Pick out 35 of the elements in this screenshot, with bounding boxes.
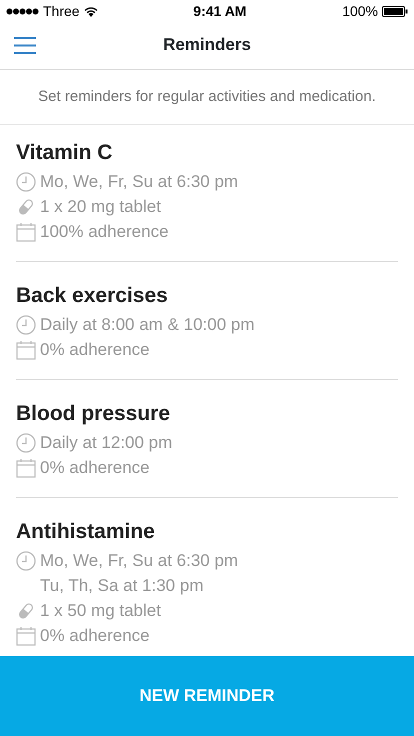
intro-text: Set reminders for regular activities and medication. — [0, 70, 414, 124]
wifi-icon — [84, 6, 98, 16]
reminder-detail: Tu, Th, Sa at 1:30 pm — [40, 574, 204, 596]
reminder-detail: 1 x 20 mg tablet — [40, 196, 161, 218]
clock-icon — [16, 314, 36, 334]
reminder-detail: 0% adherence — [40, 624, 150, 646]
calendar-icon — [16, 340, 36, 360]
battery-percent: 100% — [342, 2, 378, 20]
clock-icon — [16, 432, 36, 452]
reminder-detail: 0% adherence — [40, 338, 150, 360]
reminder-detail: Mo, We, Fr, Su at 6:30 pm — [40, 550, 238, 572]
reminder-detail: Mo, We, Fr, Su at 6:30 pm — [40, 170, 238, 192]
battery-icon — [382, 6, 408, 16]
calendar-icon — [16, 458, 36, 478]
calendar-icon — [16, 222, 36, 242]
menu-button[interactable] — [14, 37, 36, 54]
reminder-detail: Daily at 8:00 am & 10:00 pm — [40, 314, 255, 336]
reminder-title: Back exercises — [16, 282, 169, 308]
reminder-detail: 100% adherence — [40, 220, 169, 242]
reminder-title: Blood pressure — [16, 400, 172, 426]
pill-icon — [16, 600, 36, 620]
calendar-icon — [16, 626, 36, 646]
reminder-detail: Daily at 12:00 pm — [40, 432, 172, 454]
reminder-title: Vitamin C — [16, 140, 114, 166]
page-title: Reminders — [163, 35, 251, 56]
signal-icon — [6, 8, 39, 14]
carrier-name: Three — [43, 2, 80, 20]
reminder-detail: 0% adherence — [40, 456, 150, 478]
clock-icon — [16, 550, 36, 570]
reminder-detail: 1 x 50 mg tablet — [40, 600, 161, 622]
pill-icon — [16, 196, 36, 216]
new-reminder-button[interactable]: NEW REMINDER — [0, 656, 414, 736]
reminder-title: Antihistamine — [16, 518, 156, 544]
clock-icon — [16, 172, 36, 192]
status-time: 9:41 AM — [193, 2, 246, 18]
